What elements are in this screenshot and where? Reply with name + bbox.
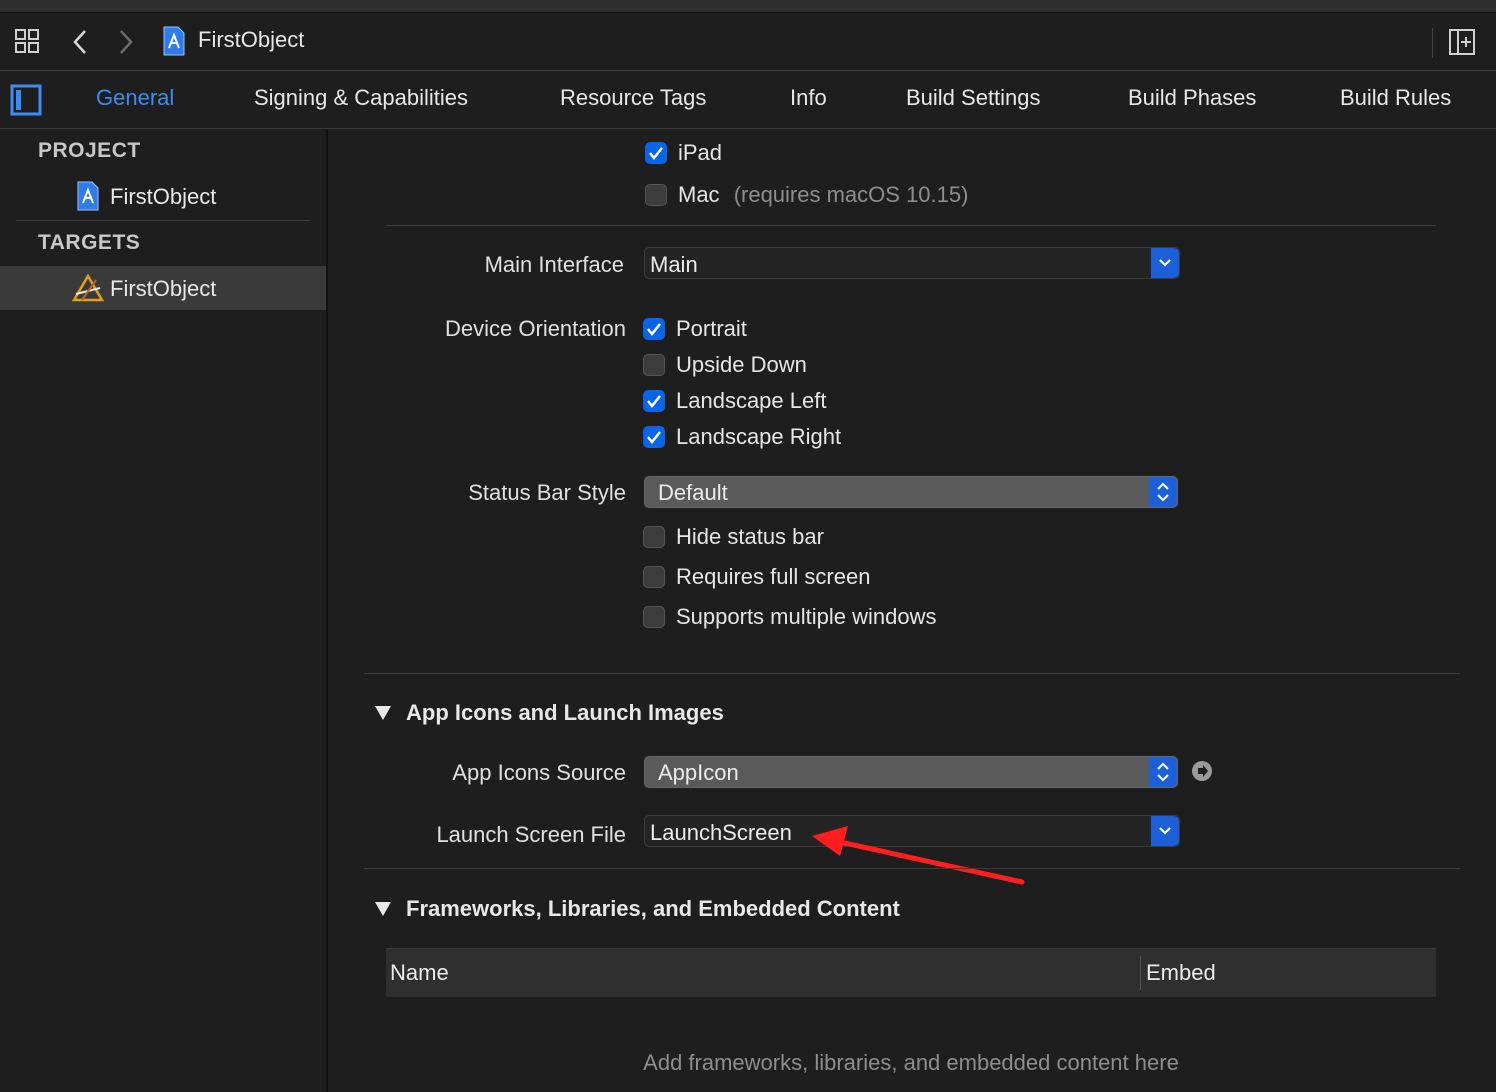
tab-info[interactable]: Info xyxy=(790,85,827,111)
sidebar-divider xyxy=(16,220,310,221)
frameworks-empty-message: Add frameworks, libraries, and embedded … xyxy=(643,1050,1179,1075)
up-down-icon xyxy=(1157,762,1169,782)
toolbar-title: FirstObject xyxy=(198,27,305,52)
section-divider xyxy=(386,225,1436,226)
ipad-label: iPad xyxy=(678,140,723,165)
chevron-down-icon xyxy=(1159,259,1171,267)
tab-bar xyxy=(0,71,1496,129)
disclosure-triangle-icon[interactable] xyxy=(375,706,391,720)
frameworks-table-header xyxy=(386,948,1436,997)
main-interface-dropdown-button[interactable] xyxy=(1151,248,1179,278)
chevron-down-icon xyxy=(1159,827,1171,835)
tab-resource-tags[interactable]: Resource Tags xyxy=(560,85,706,111)
device-orientation-label: Device Orientation xyxy=(445,316,626,341)
main-interface-label: Main Interface xyxy=(484,252,624,277)
portrait-label: Portrait xyxy=(676,316,747,341)
launch-screen-file-value[interactable]: LaunchScreen xyxy=(650,820,792,846)
supports-multiple-windows-checkbox[interactable] xyxy=(643,606,665,628)
add-editor-icon[interactable] xyxy=(1448,28,1476,56)
app-target-icon xyxy=(72,274,104,302)
project-file-icon xyxy=(163,26,185,56)
status-bar-style-value: Default xyxy=(658,480,728,505)
app-icons-section-title[interactable]: App Icons and Launch Images xyxy=(406,700,724,726)
window-top-strip xyxy=(0,0,1496,13)
status-bar-style-label: Status Bar Style xyxy=(468,480,626,505)
app-icons-source-value: AppIcon xyxy=(658,760,739,785)
mac-checkbox[interactable] xyxy=(645,184,667,206)
tab-build-rules[interactable]: Build Rules xyxy=(1340,85,1451,111)
app-icons-source-stepper[interactable] xyxy=(1149,757,1177,787)
toolbar-divider xyxy=(1432,28,1433,58)
forward-icon[interactable] xyxy=(116,28,136,56)
section-divider xyxy=(364,673,1460,674)
requires-full-screen-checkbox[interactable] xyxy=(643,566,665,588)
ipad-checkbox[interactable] xyxy=(645,142,667,164)
landscape-left-label: Landscape Left xyxy=(676,388,827,413)
launch-screen-dropdown-button[interactable] xyxy=(1151,816,1179,846)
column-separator xyxy=(1140,956,1141,990)
mac-label: Mac xyxy=(678,182,720,207)
sidebar-toggle-icon[interactable] xyxy=(10,84,42,116)
mac-option: Mac (requires macOS 10.15) xyxy=(678,182,968,208)
column-header-name[interactable]: Name xyxy=(390,960,449,986)
annotation-arrow xyxy=(812,826,1025,885)
requires-full-screen-label: Requires full screen xyxy=(676,564,871,589)
landscape-right-checkbox[interactable] xyxy=(643,426,665,448)
tab-general[interactable]: General xyxy=(96,85,174,111)
sidebar-item-project[interactable]: FirstObject xyxy=(110,184,216,210)
status-bar-style-stepper[interactable] xyxy=(1149,477,1177,507)
tab-build-settings[interactable]: Build Settings xyxy=(906,85,1041,111)
disclosure-triangle-icon[interactable] xyxy=(375,902,391,916)
landscape-left-checkbox[interactable] xyxy=(643,390,665,412)
tab-signing-capabilities[interactable]: Signing & Capabilities xyxy=(254,85,468,111)
mac-requirement-hint: (requires macOS 10.15) xyxy=(733,182,969,207)
targets-header: TARGETS xyxy=(38,231,141,254)
related-items-icon[interactable] xyxy=(14,28,42,56)
back-icon[interactable] xyxy=(70,28,90,56)
go-arrow-icon[interactable] xyxy=(1191,760,1213,782)
project-header: PROJECT xyxy=(38,139,141,162)
main-interface-combo[interactable] xyxy=(644,247,1180,279)
app-icons-source-label: App Icons Source xyxy=(452,760,626,785)
column-header-embed[interactable]: Embed xyxy=(1146,960,1216,986)
hide-status-bar-label: Hide status bar xyxy=(676,524,824,549)
tab-build-phases[interactable]: Build Phases xyxy=(1128,85,1256,111)
up-down-icon xyxy=(1157,482,1169,502)
landscape-right-label: Landscape Right xyxy=(676,424,842,449)
portrait-checkbox[interactable] xyxy=(643,318,665,340)
hide-status-bar-checkbox[interactable] xyxy=(643,526,665,548)
frameworks-section-title[interactable]: Frameworks, Libraries, and Embedded Cont… xyxy=(406,896,900,922)
section-divider xyxy=(364,868,1460,869)
launch-screen-file-label: Launch Screen File xyxy=(436,822,626,847)
supports-multiple-windows-label: Supports multiple windows xyxy=(676,604,937,629)
upside-down-label: Upside Down xyxy=(676,352,807,377)
project-file-icon xyxy=(77,181,99,211)
upside-down-checkbox[interactable] xyxy=(643,354,665,376)
main-interface-value[interactable]: Main xyxy=(650,252,698,278)
sidebar-item-target[interactable]: FirstObject xyxy=(110,276,216,302)
